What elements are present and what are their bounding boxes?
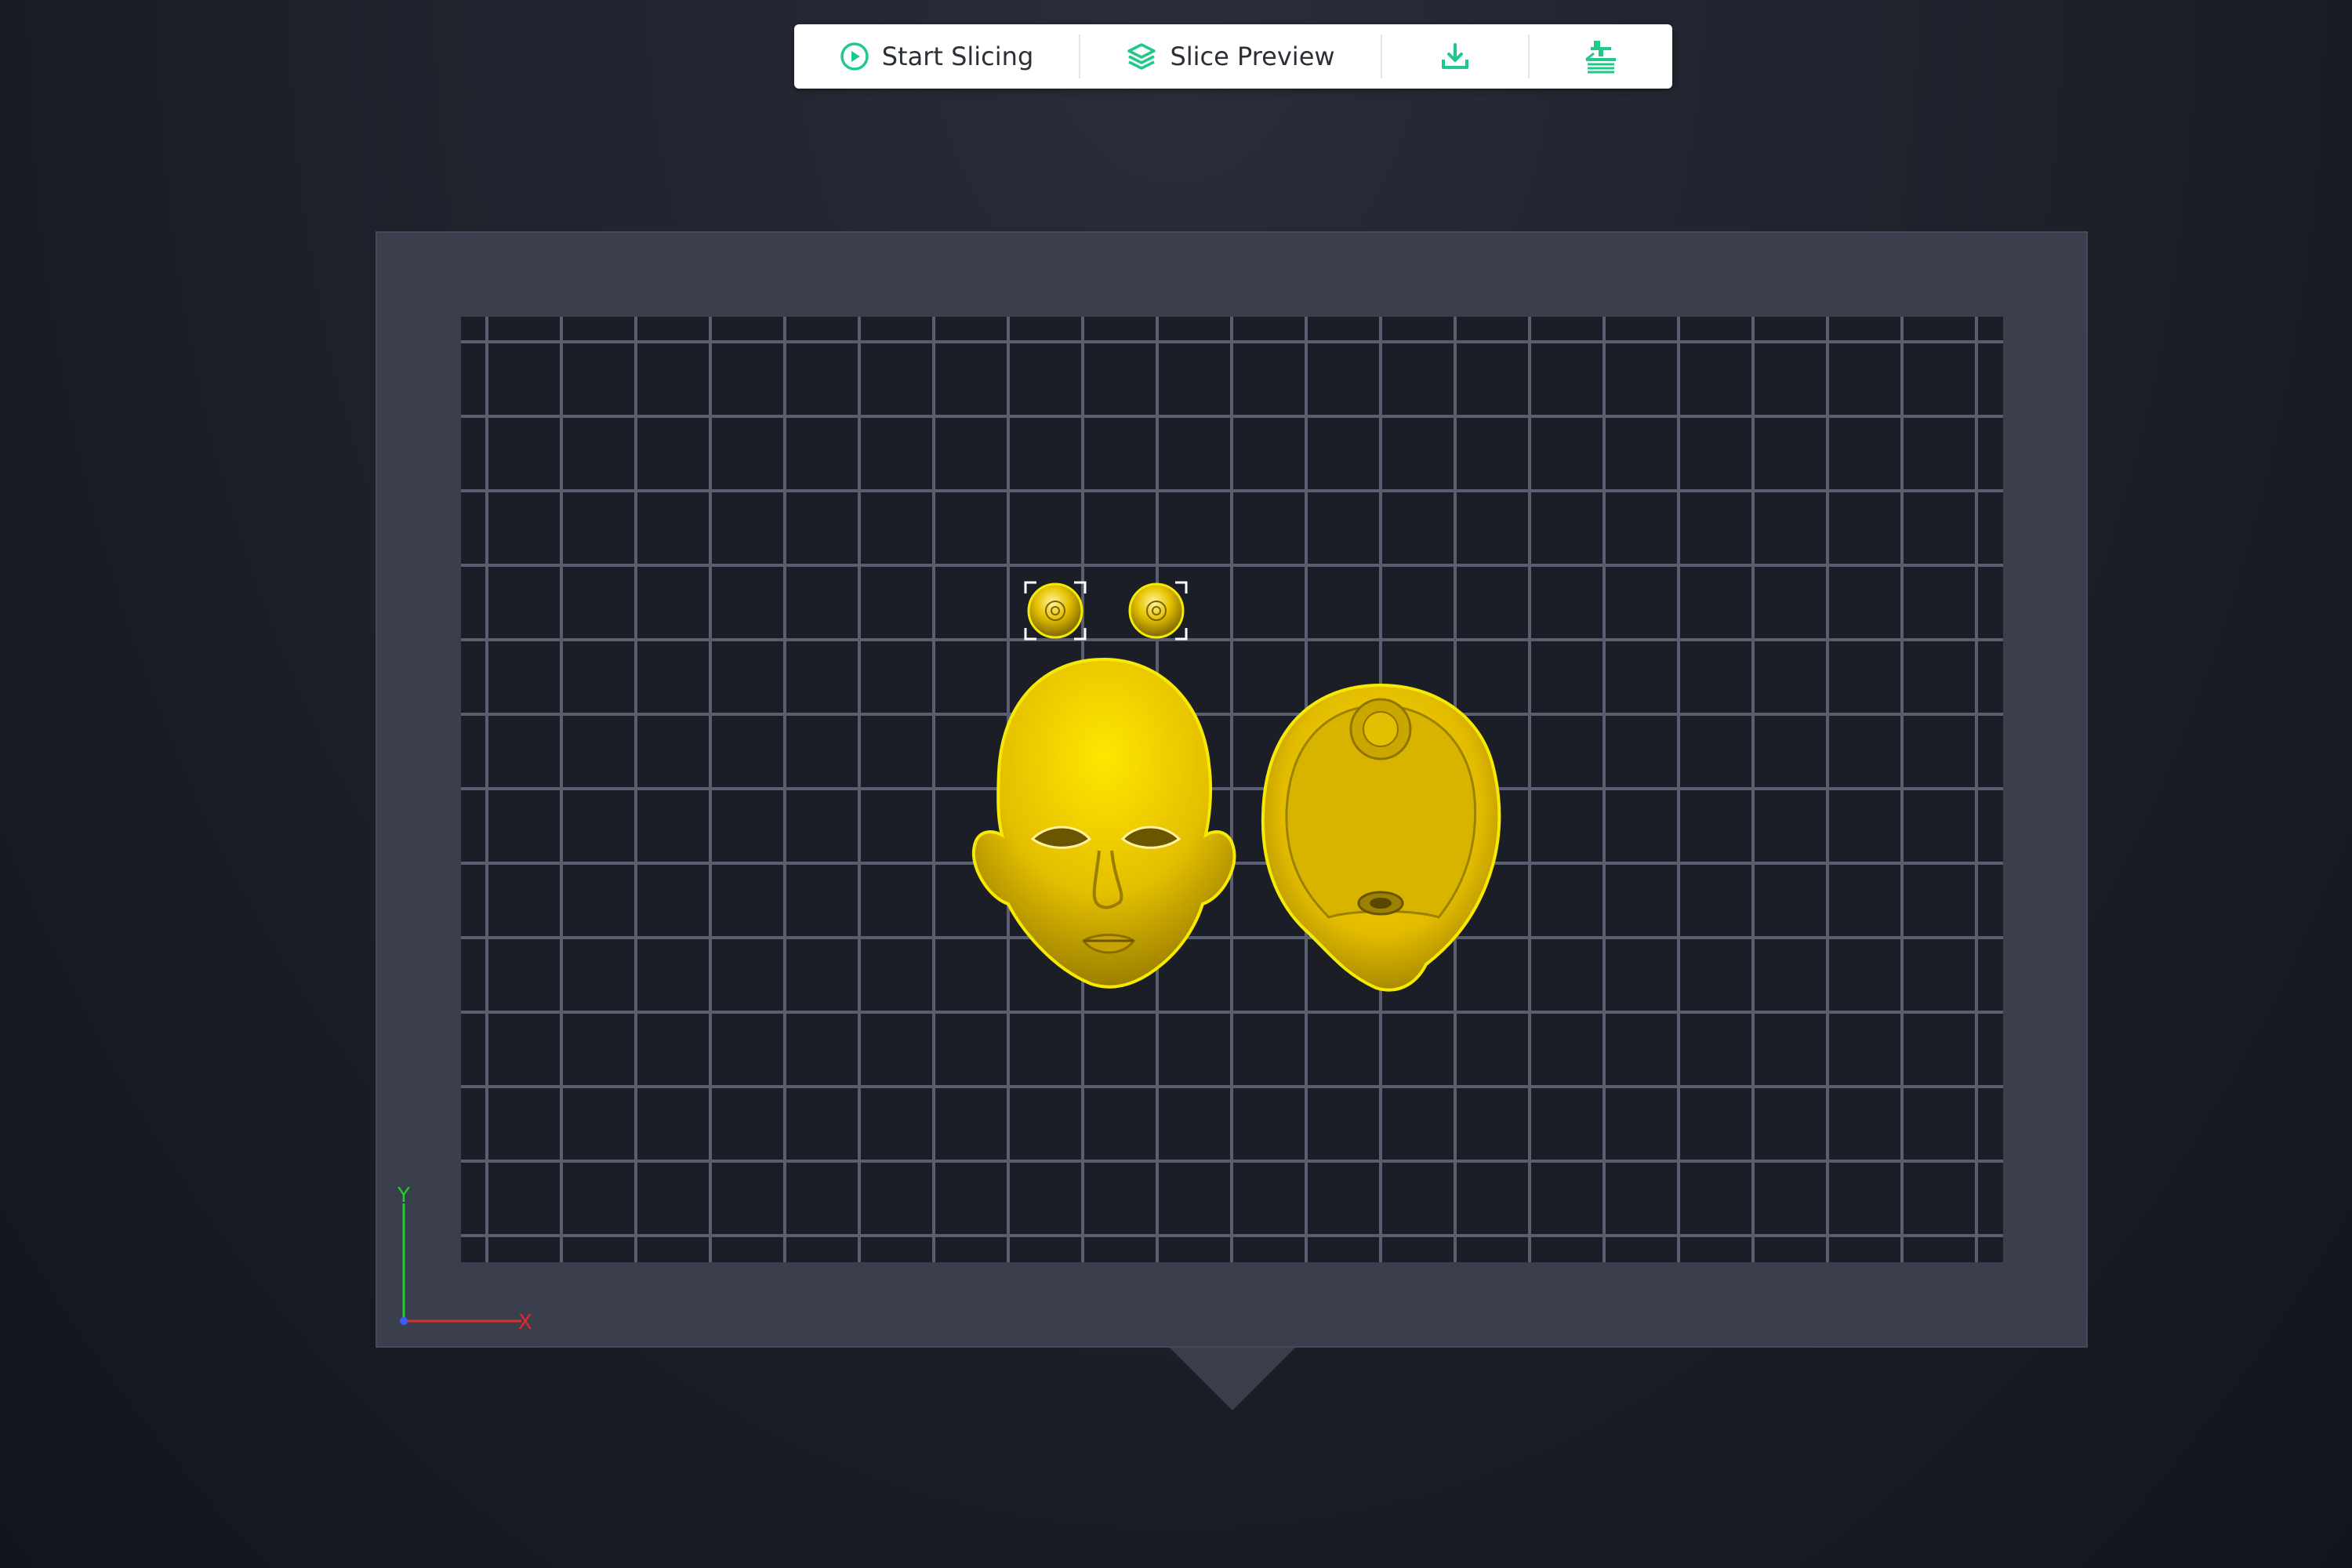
start-slicing-button[interactable]: Start Slicing: [794, 24, 1079, 89]
axis-gizmo: Y X: [397, 1184, 532, 1334]
y-axis-label: Y: [397, 1184, 410, 1207]
top-toolbar: Start Slicing Slice Preview: [794, 24, 1672, 89]
download-icon: [1439, 41, 1471, 72]
start-slicing-label: Start Slicing: [881, 42, 1034, 71]
download-button[interactable]: [1382, 24, 1528, 89]
slice-preview-button[interactable]: Slice Preview: [1080, 24, 1381, 89]
model-head-face[interactable]: [958, 655, 1250, 993]
model-eye-right[interactable]: [1125, 581, 1188, 641]
layers-icon: [1126, 41, 1157, 72]
printer-upload-icon: [1583, 39, 1619, 74]
model-eye-left[interactable]: [1024, 581, 1087, 641]
platform-front-indicator: [1170, 1348, 1295, 1410]
play-circle-icon: [840, 42, 869, 71]
model-head-back-shell[interactable]: [1258, 682, 1503, 994]
slice-preview-label: Slice Preview: [1170, 42, 1335, 71]
send-to-printer-button[interactable]: [1530, 24, 1672, 89]
x-axis-label: X: [518, 1311, 532, 1334]
